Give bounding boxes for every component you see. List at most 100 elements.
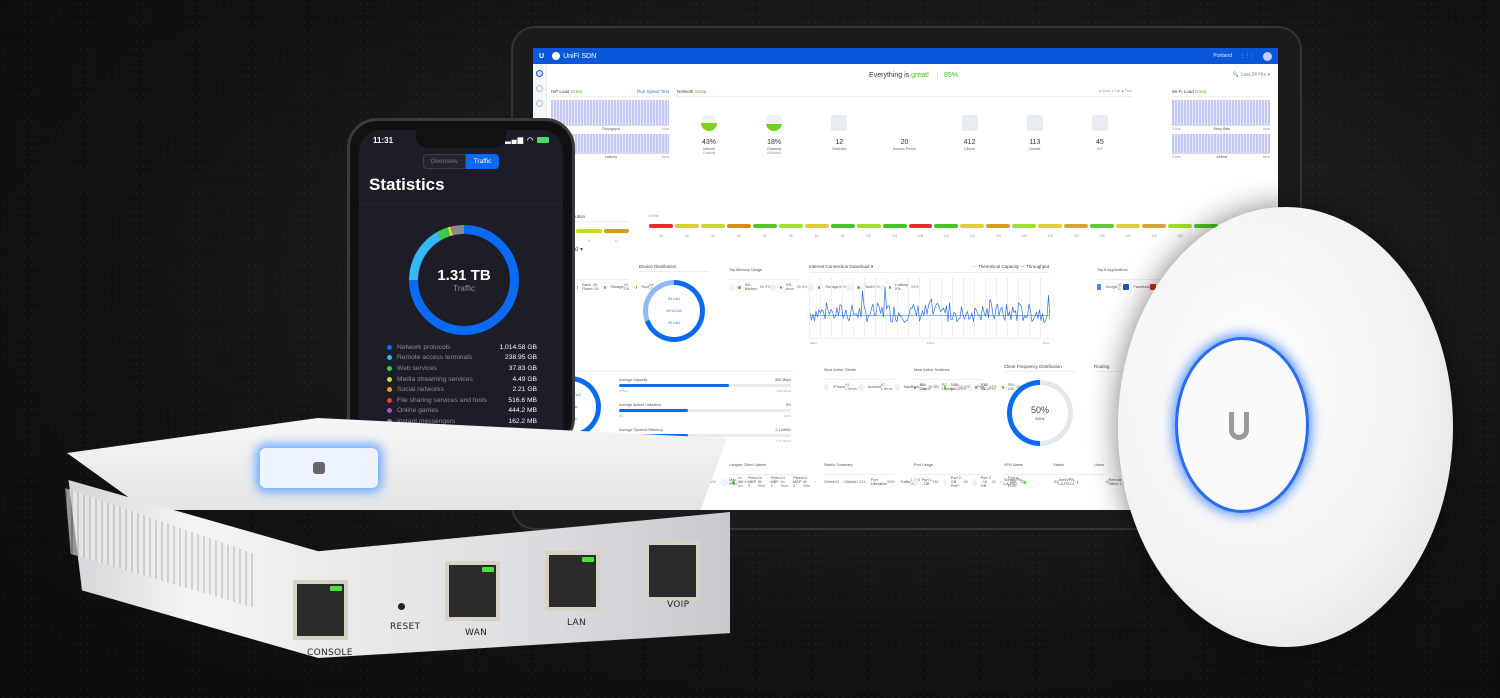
client-row[interactable]: Android 87 Clients xyxy=(858,380,894,396)
traffic-category-row[interactable]: Remote access terminals 238.95 GB xyxy=(387,353,537,364)
traffic-category-row[interactable]: File sharing services and tools 516.6 MB xyxy=(387,395,537,406)
node-internet[interactable]: 43% Internet Capacity xyxy=(685,115,733,155)
channel-bar[interactable] xyxy=(674,224,699,228)
internet-connection-title: Internet Connection xyxy=(809,264,849,269)
apps-grid-icon[interactable]: ⋮⋮⋮ xyxy=(1240,53,1255,59)
app-row[interactable]: Google 32 G xyxy=(1097,280,1123,296)
app-row[interactable]: Facebook xyxy=(1123,280,1150,296)
switch-row[interactable]: SW-24A56.9%› xyxy=(914,380,944,396)
switch-summary-row[interactable]: Clients 1,324 › xyxy=(844,475,870,491)
ap-row[interactable]: Back Room86 GB› xyxy=(576,280,604,296)
memory-row[interactable]: HD-Kitchen 56.9% xyxy=(729,280,770,296)
row-name: Port 1 - GB xyxy=(921,478,932,487)
node-value: 18% xyxy=(767,139,782,146)
download-selector[interactable]: Download xyxy=(850,264,870,269)
port-usage-row[interactable]: Port 3 - 10 GB32› xyxy=(973,475,1001,491)
ubiquiti-logo-icon[interactable]: U xyxy=(539,53,544,60)
traffic-category-row[interactable]: Online games 444.2 MB xyxy=(387,406,537,417)
nav-statistics-icon[interactable] xyxy=(536,85,543,92)
vpn-row[interactable]: SomeVPN-LA-PDX 21 xyxy=(1004,475,1058,491)
channel-bar[interactable] xyxy=(726,224,751,228)
traffic-category-row[interactable]: Network protocols 1,014.58 GB xyxy=(387,342,537,353)
node-clients[interactable]: 412 Clients xyxy=(946,115,994,155)
legend-good: Good xyxy=(1101,89,1111,93)
row-value: 60 xyxy=(963,480,969,485)
channel-bar[interactable] xyxy=(1116,224,1141,228)
category-value: 1,014.58 GB xyxy=(499,343,537,351)
vpn-row[interactable]: JoesVPN-LA-PDX2 6 xyxy=(1058,475,1108,491)
node-label: IoT xyxy=(1097,147,1103,151)
nav-map-icon[interactable] xyxy=(536,100,543,107)
node-iot[interactable]: 45 IoT xyxy=(1076,115,1124,155)
category-value: 2.21 GB xyxy=(512,386,537,394)
channel-bar[interactable] xyxy=(804,224,829,228)
row-name: Pietro MBP 2 xyxy=(793,476,804,489)
channel-bar[interactable] xyxy=(1168,224,1193,228)
channel-bar[interactable] xyxy=(1012,224,1037,228)
channel-bar[interactable] xyxy=(882,224,907,228)
channel-bar[interactable] xyxy=(908,224,933,228)
channel-bar[interactable] xyxy=(830,224,855,228)
channel-bar[interactable] xyxy=(752,224,777,228)
chevron-right-icon[interactable]: › xyxy=(814,480,815,484)
wifi-icon: ◠ xyxy=(526,137,535,144)
port-usage-row[interactable]: Port 1 - GB 135 › xyxy=(914,475,944,491)
traffic-category-row[interactable]: Social networks 2.21 GB xyxy=(387,384,537,395)
tab-traffic[interactable]: Traffic xyxy=(465,154,500,169)
channel-bar[interactable] xyxy=(986,224,1011,228)
latency-label: Latency xyxy=(604,155,617,159)
channel-bar[interactable] xyxy=(1038,224,1063,228)
category-color-dot xyxy=(387,408,392,414)
channel-bar[interactable] xyxy=(1064,224,1089,228)
switch-summary-row[interactable]: Online 34 › xyxy=(824,475,844,491)
category-value: 516.6 MB xyxy=(508,396,537,404)
wan-label: WAN xyxy=(465,628,488,638)
online-status-dot xyxy=(738,285,741,289)
node-access-points[interactable]: 20 Access Points xyxy=(880,115,928,155)
channel-bar xyxy=(603,229,629,233)
uptime-row[interactable]: Pietro MBP 2 2d 8h 30m › xyxy=(748,475,771,491)
run-speed-test-link[interactable]: Run Speed Test xyxy=(637,89,669,94)
channel-bar[interactable] xyxy=(649,224,673,228)
switch-summary-row[interactable]: Port Utilization 50% › xyxy=(871,475,900,491)
tab-overview[interactable]: Overview xyxy=(422,154,466,169)
metric: Average Airtime Utilization 8% 0% 100% xyxy=(619,403,791,418)
port-usage-row[interactable]: Port 2 - GB PoE+60› xyxy=(943,475,973,491)
traffic-category-row[interactable]: Web services 37.83 GB xyxy=(387,363,537,374)
network-status: Great xyxy=(694,89,707,94)
node-label: Access Points xyxy=(893,147,916,151)
channel-bar[interactable] xyxy=(934,224,959,228)
channel-bar[interactable] xyxy=(1090,224,1115,228)
channel-bar[interactable] xyxy=(960,224,985,228)
row-value: 135 xyxy=(931,480,939,485)
channel-bar[interactable] xyxy=(856,224,881,228)
switch-row[interactable]: SW-8A35.6%› xyxy=(944,380,975,396)
frequency-band: 5GHz xyxy=(1035,417,1045,421)
node-gateway[interactable]: 18% Gateway Utilization xyxy=(750,115,798,155)
ubiquiti-logo-icon xyxy=(1229,412,1249,440)
time-range-selector[interactable]: 🔍 Last 24 Hrs ▾ xyxy=(1233,72,1270,78)
top-memory-title: Top Memory Usage xyxy=(729,264,799,280)
longest-uptime-title: Longest Client Uptime xyxy=(729,459,799,475)
node-switches[interactable]: 12 Switches xyxy=(815,115,863,155)
memory-row[interactable]: HD-Aron 35.6% xyxy=(770,280,807,296)
uptime-row[interactable]: Pietro MBP 2 2d 8h 30m › xyxy=(771,475,794,491)
user-avatar[interactable] xyxy=(1263,51,1272,61)
ap-row[interactable]: Storage 53 GB › xyxy=(604,280,636,296)
row-name: Facebook xyxy=(1133,285,1151,290)
site-selector[interactable]: Portland xyxy=(1213,53,1232,59)
switch-row[interactable]: SW-8B34%› xyxy=(974,380,1002,396)
nav-dashboard-icon[interactable] xyxy=(536,70,543,77)
network-header: Network Great xyxy=(677,89,1132,97)
row-name: Pietro MBP 2 xyxy=(770,476,781,489)
channel-bar[interactable] xyxy=(700,224,725,228)
channel-bar[interactable] xyxy=(1142,224,1167,228)
column-header: Status xyxy=(1053,463,1064,468)
throughput-chart xyxy=(551,100,669,126)
channel-bar[interactable] xyxy=(778,224,803,228)
traffic-category-row[interactable]: Media streaming services 4.49 GB xyxy=(387,374,537,385)
uptime-row[interactable]: Pietro MBP 2 2d 8h 30m › xyxy=(793,475,816,491)
node-guests[interactable]: 113 Guests xyxy=(1011,115,1059,155)
client-row[interactable]: iPhone 91 Clients xyxy=(824,380,858,396)
category-value: 444.2 MB xyxy=(508,407,537,415)
